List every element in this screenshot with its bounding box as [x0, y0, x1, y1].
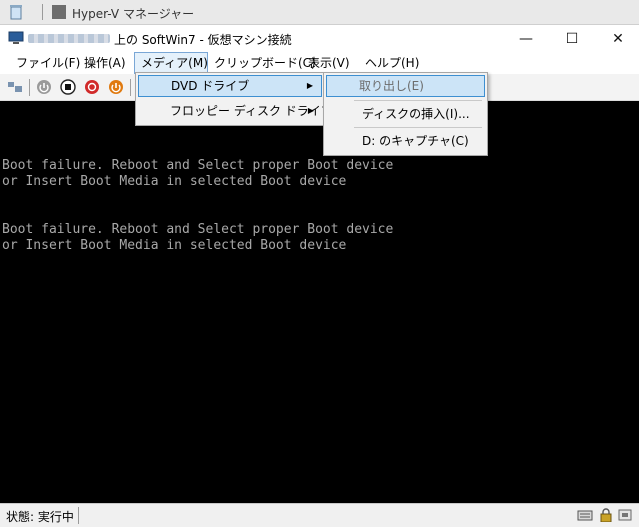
keyboard-icon [577, 510, 593, 521]
menu-bar: ファイル(F) 操作(A) メディア(M) クリップボード(C) 表示(V) ヘ… [0, 52, 639, 74]
chevron-right-icon: ▶ [306, 81, 313, 90]
vm-connection-icon [8, 31, 24, 44]
menu-view[interactable]: 表示(V) [302, 52, 356, 74]
menu-media[interactable]: メディア(M) [134, 52, 208, 74]
menu-item-dvd-drive[interactable]: DVD ドライブ ▶ [138, 75, 322, 97]
vm-console-screen[interactable]: Boot failure. Reboot and Select proper B… [0, 101, 639, 503]
start-icon[interactable] [36, 79, 52, 95]
menu-file[interactable]: ファイル(F) [10, 52, 86, 74]
host-name-redacted [28, 34, 110, 43]
minimize-button[interactable]: — [503, 25, 549, 52]
recycle-bin-icon [10, 5, 22, 20]
hyperv-manager-title: Hyper-V マネージャー [72, 7, 195, 21]
shutdown-icon[interactable] [84, 79, 100, 95]
ctrl-alt-del-icon[interactable] [7, 79, 23, 95]
menu-item-floppy-drive[interactable]: フロッピー ディスク ドライブ ▶ [138, 100, 333, 122]
console-line: or Insert Boot Media in selected Boot de… [2, 174, 347, 189]
menu-item-capture-d[interactable]: D: のキャプチャ(C) [326, 130, 485, 152]
menu-item-eject[interactable]: 取り出し(E) [326, 75, 485, 97]
window-title: 上の SoftWin7 - 仮想マシン接続 [114, 33, 292, 47]
lock-icon [600, 508, 612, 522]
console-line: Boot failure. Reboot and Select proper B… [2, 158, 394, 173]
dvd-submenu: 取り出し(E) ディスクの挿入(I)... D: のキャプチャ(C) [323, 72, 488, 156]
console-line: Boot failure. Reboot and Select proper B… [2, 222, 394, 237]
hyperv-manager-titlebar: Hyper-V マネージャー [0, 0, 639, 25]
console-line: or Insert Boot Media in selected Boot de… [2, 238, 347, 253]
close-button[interactable]: ✕ [595, 25, 639, 52]
hyperv-manager-icon [52, 5, 66, 19]
status-bar: 状態: 実行中 [0, 503, 639, 527]
chevron-right-icon: ▶ [307, 106, 314, 115]
media-menu: DVD ドライブ ▶ フロッピー ディスク ドライブ ▶ [135, 72, 333, 126]
window-titlebar: 上の SoftWin7 - 仮想マシン接続 — ☐ ✕ [0, 25, 639, 52]
maximize-button[interactable]: ☐ [549, 25, 595, 52]
power-icon[interactable] [108, 79, 124, 95]
menu-help[interactable]: ヘルプ(H) [359, 52, 425, 74]
network-icon [618, 509, 632, 521]
turn-off-icon[interactable] [60, 79, 76, 95]
divider [42, 4, 43, 20]
menu-action[interactable]: 操作(A) [78, 52, 132, 74]
menu-item-insert-disk[interactable]: ディスクの挿入(I)... [326, 103, 485, 125]
status-text: 状態: 実行中 [6, 510, 74, 524]
